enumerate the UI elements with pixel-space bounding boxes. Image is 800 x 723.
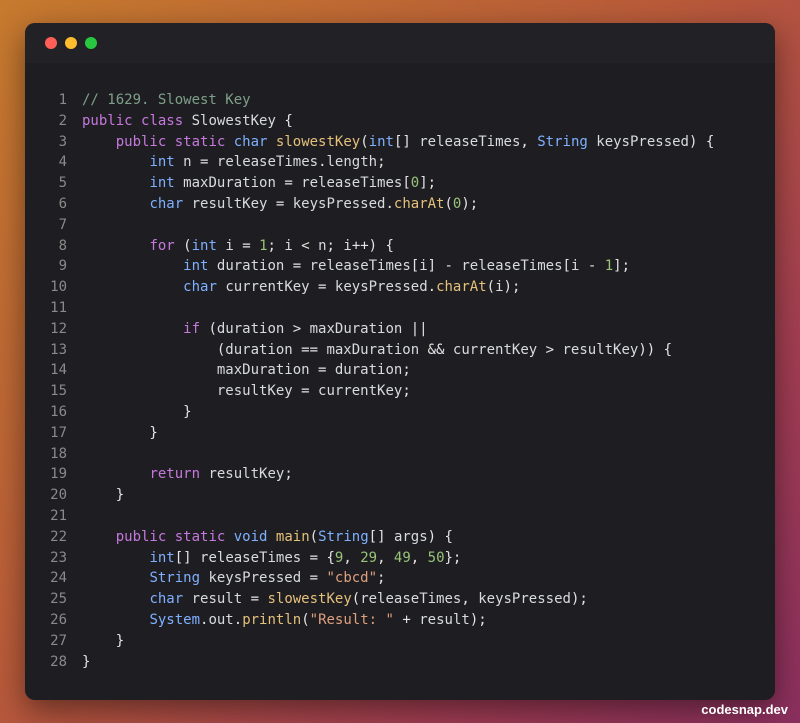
code-line: 5 int maxDuration = releaseTimes[0]; — [25, 173, 775, 194]
line-number: 18 — [50, 445, 67, 462]
code-line: 9 int duration = releaseTimes[i] - relea… — [25, 256, 775, 277]
code-line: 14 maxDuration = duration; — [25, 360, 775, 381]
line-number: 2 — [58, 112, 67, 129]
code-line: 11 — [25, 298, 775, 319]
code-line: 2 public class SlowestKey { — [25, 111, 775, 132]
code-text: public static void main(String[] args) { — [115, 528, 453, 545]
line-number: 23 — [50, 549, 67, 566]
close-button[interactable] — [45, 37, 57, 49]
code-text: if (duration > maxDuration || — [183, 320, 428, 337]
code-line: 25 char result = slowestKey(releaseTimes… — [25, 589, 775, 610]
code-text: } — [82, 653, 91, 670]
code-line: 17 } — [25, 423, 775, 444]
line-number: 4 — [58, 154, 67, 171]
code-line: 3 public static char slowestKey(int[] re… — [25, 132, 775, 153]
line-number: 7 — [58, 216, 67, 233]
minimize-button[interactable] — [65, 37, 77, 49]
line-number: 21 — [50, 507, 67, 524]
line-number: 28 — [50, 653, 67, 670]
line-number: 24 — [50, 570, 67, 587]
code-line: 19 return resultKey; — [25, 464, 775, 485]
code-line: 6 char resultKey = keysPressed.charAt(0)… — [25, 194, 775, 215]
line-number: 5 — [58, 175, 67, 192]
line-number: 12 — [50, 320, 67, 337]
line-number: 20 — [50, 487, 67, 504]
watermark: codesnap.dev — [701, 702, 788, 717]
code-line: 21 — [25, 506, 775, 527]
code-line: 22 public static void main(String[] args… — [25, 527, 775, 548]
code-block: 1 // 1629. Slowest Key 2 public class Slowe… — [25, 90, 775, 672]
code-line: 27 } — [25, 631, 775, 652]
code-text: public static char slowestKey(int[] rele… — [115, 133, 715, 150]
code-line: 4 int n = releaseTimes.length; — [25, 152, 775, 173]
line-number: 8 — [58, 237, 67, 254]
line-number: 15 — [50, 383, 67, 400]
code-line: 28} — [25, 652, 775, 673]
code-window: 1 // 1629. Slowest Key 2 public class Slowe… — [25, 23, 775, 700]
code-text: String keysPressed = "cbcd"; — [149, 570, 386, 587]
zoom-button[interactable] — [85, 37, 97, 49]
code-text: // 1629. Slowest Key — [82, 92, 251, 108]
code-line: 12 if (duration > maxDuration || — [25, 319, 775, 340]
code-line: 13 (duration == maxDuration && currentKe… — [25, 340, 775, 361]
line-number: 10 — [50, 279, 67, 296]
code-text: int[] releaseTimes = {9, 29, 49, 50}; — [149, 549, 462, 566]
code-line: 26 System.out.println("Result: " + resul… — [25, 610, 775, 631]
code-text: char resultKey = keysPressed.charAt(0); — [149, 195, 479, 212]
code-text: public class SlowestKey { — [82, 112, 293, 129]
code-line: 1 // 1629. Slowest Key — [25, 90, 775, 111]
line-number: 11 — [50, 299, 67, 316]
line-number: 19 — [50, 466, 67, 483]
line-number: 13 — [50, 341, 67, 358]
line-number: 9 — [58, 258, 67, 275]
code-text: resultKey = currentKey; — [216, 383, 411, 400]
line-number: 17 — [50, 424, 67, 441]
line-number: 16 — [50, 403, 67, 420]
code-line: 15 resultKey = currentKey; — [25, 381, 775, 402]
code-line: 8 for (int i = 1; i < n; i++) { — [25, 236, 775, 257]
code-line: 23 int[] releaseTimes = {9, 29, 49, 50}; — [25, 548, 775, 569]
code-text: int maxDuration = releaseTimes[0]; — [149, 175, 437, 192]
line-number: 25 — [50, 591, 67, 608]
code-text: System.out.println("Result: " + result); — [149, 611, 487, 628]
code-text: (duration == maxDuration && currentKey >… — [82, 341, 673, 358]
line-number: 3 — [58, 133, 67, 150]
code-text: for (int i = 1; i < n; i++) { — [149, 237, 394, 254]
code-text: } — [82, 403, 192, 420]
line-number: 14 — [50, 362, 67, 379]
code-text: int n = releaseTimes.length; — [149, 154, 386, 171]
code-line: 20 } — [25, 485, 775, 506]
code-line: 10 char currentKey = keysPressed.charAt(… — [25, 277, 775, 298]
code-text: int duration = releaseTimes[i] - release… — [183, 258, 630, 275]
code-text: } — [82, 424, 158, 441]
code-text: char currentKey = keysPressed.charAt(i); — [183, 279, 521, 296]
line-number: 6 — [58, 195, 67, 212]
code-line: 18 — [25, 444, 775, 465]
code-text: } — [82, 487, 125, 504]
line-number: 26 — [50, 611, 67, 628]
line-number: 22 — [50, 528, 67, 545]
code-text: maxDuration = duration; — [216, 362, 411, 379]
title-bar — [25, 23, 775, 63]
code-line: 24 String keysPressed = "cbcd"; — [25, 568, 775, 589]
line-number: 27 — [50, 632, 67, 649]
code-text: return resultKey; — [149, 466, 293, 483]
code-text: } — [82, 632, 125, 649]
code-line: 7 — [25, 215, 775, 236]
line-number: 1 — [58, 92, 67, 108]
code-line: 16 } — [25, 402, 775, 423]
code-text: char result = slowestKey(releaseTimes, k… — [149, 591, 588, 608]
